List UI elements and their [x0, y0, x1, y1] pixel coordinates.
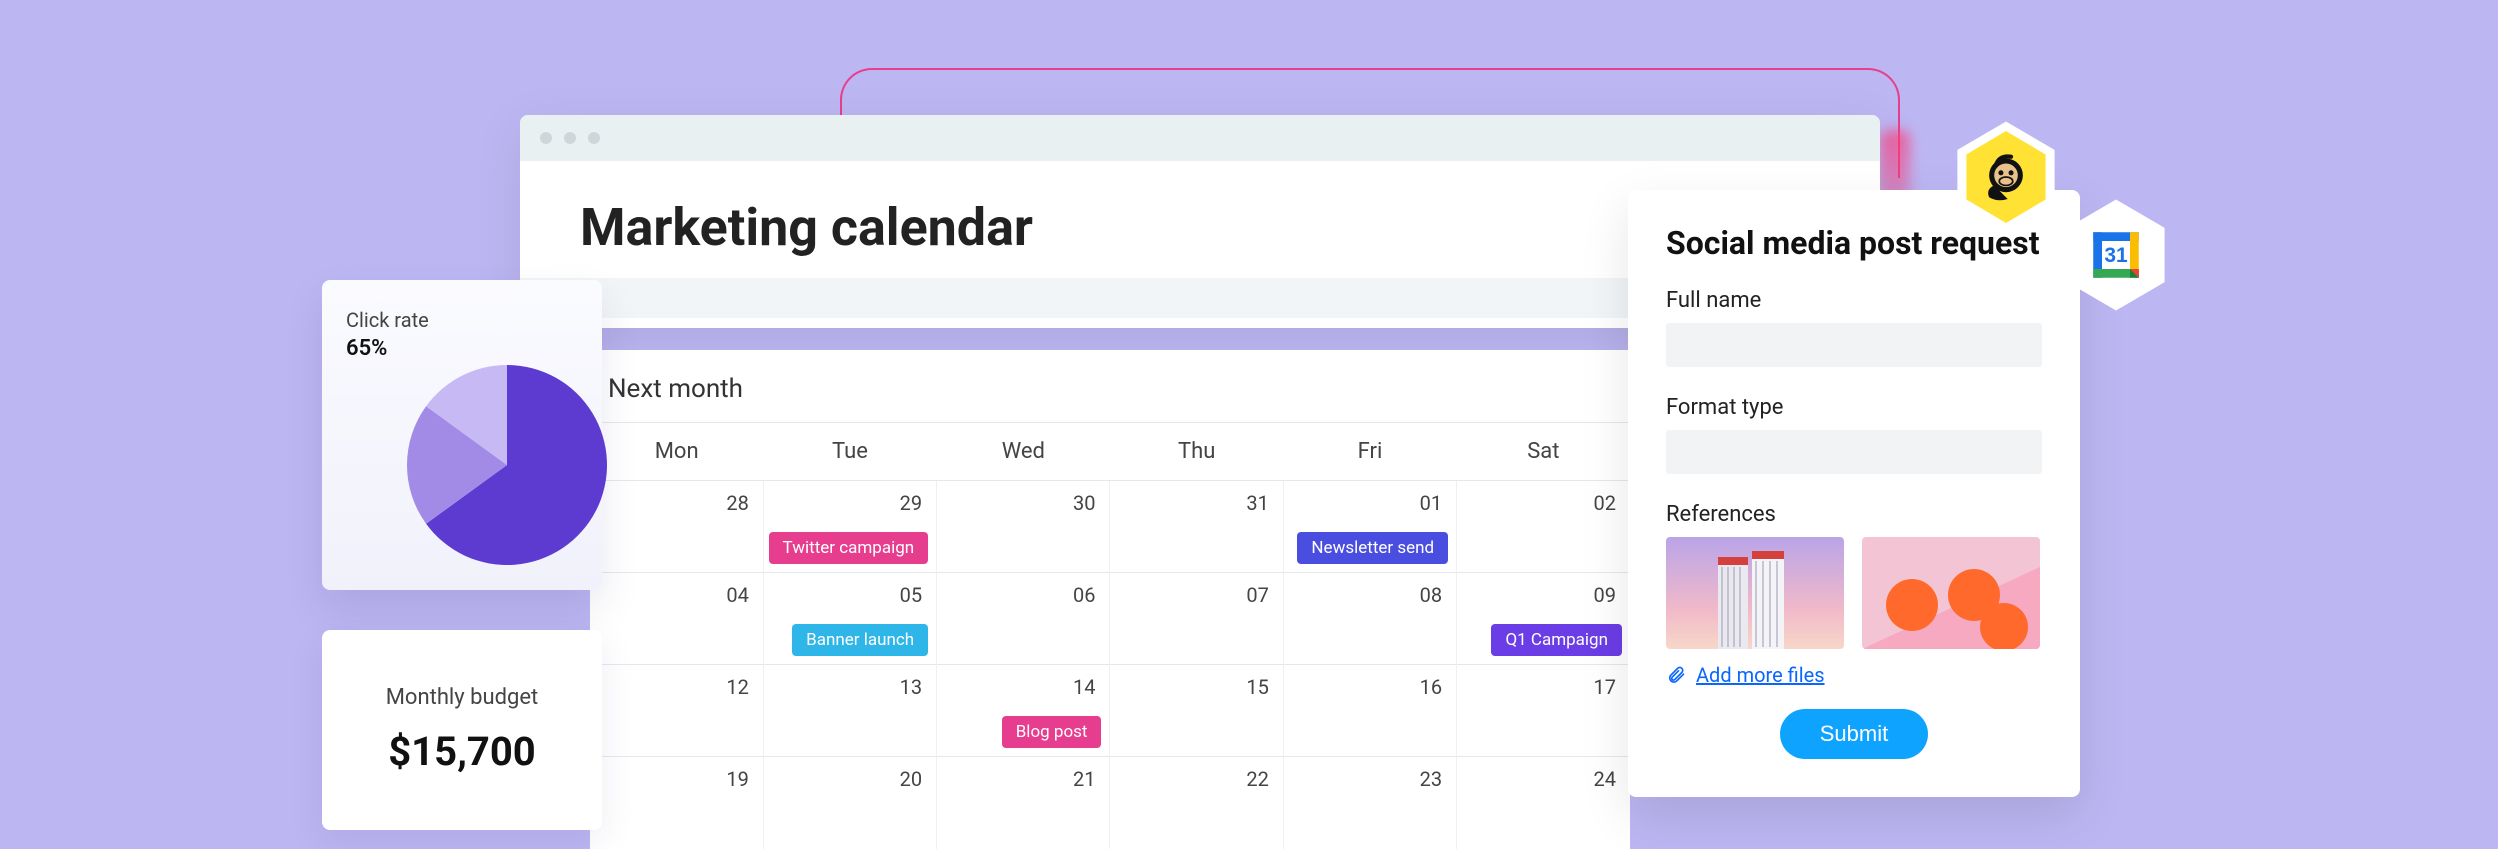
- mailchimp-icon: [1979, 150, 2033, 204]
- monthly-budget-card: Monthly budget $15,700: [322, 630, 602, 830]
- calendar-subtitle: Next month: [590, 350, 1630, 422]
- monthly-budget-label: Monthly budget: [386, 685, 539, 710]
- calendar-day-header: Tue: [763, 423, 936, 481]
- window-dot-yellow[interactable]: [564, 132, 576, 144]
- calendar-cell[interactable]: 16: [1283, 665, 1456, 757]
- calendar-day-header: Mon: [590, 423, 763, 481]
- format-type-label: Format type: [1666, 395, 2042, 420]
- add-more-files-link[interactable]: Add more files: [1696, 663, 1825, 687]
- monthly-budget-value: $15,700: [388, 728, 536, 775]
- calendar-cell[interactable]: 17: [1457, 665, 1630, 757]
- calendar-cell[interactable]: 30: [937, 481, 1110, 573]
- calendar-cell[interactable]: 19: [590, 757, 763, 849]
- browser-chrome: [520, 115, 1880, 161]
- calendar-cell[interactable]: 02: [1457, 481, 1630, 573]
- calendar-event[interactable]: Banner launch: [792, 624, 928, 656]
- window-dot-red[interactable]: [540, 132, 552, 144]
- paperclip-icon: [1666, 665, 1686, 685]
- calendar-cell[interactable]: 05Banner launch: [763, 573, 936, 665]
- click-rate-label: Click rate: [346, 308, 578, 332]
- window-dot-green[interactable]: [588, 132, 600, 144]
- reference-thumb-2[interactable]: [1862, 537, 2040, 649]
- calendar-day-header: Sat: [1457, 423, 1630, 481]
- full-name-label: Full name: [1666, 288, 2042, 313]
- format-type-input[interactable]: [1666, 430, 2042, 474]
- calendar-cell[interactable]: 13: [763, 665, 936, 757]
- calendar-cell[interactable]: 12: [590, 665, 763, 757]
- references-label: References: [1666, 502, 2042, 527]
- google-calendar-day: 31: [2104, 244, 2128, 267]
- click-rate-card: Click rate 65%: [322, 280, 602, 590]
- calendar-cell[interactable]: 07: [1110, 573, 1283, 665]
- calendar: Next month MonTueWedThuFriSat 2829Twitte…: [590, 350, 1630, 849]
- click-rate-value: 65%: [346, 336, 578, 361]
- social-post-form: Social media post request Full name Form…: [1628, 190, 2080, 797]
- google-calendar-icon: 31: [2088, 227, 2144, 283]
- calendar-cell[interactable]: 06: [937, 573, 1110, 665]
- calendar-event[interactable]: Q1 Campaign: [1491, 624, 1622, 656]
- calendar-cell[interactable]: 21: [937, 757, 1110, 849]
- calendar-event[interactable]: Blog post: [1002, 716, 1102, 748]
- reference-thumb-1[interactable]: [1666, 537, 1844, 649]
- calendar-event[interactable]: Newsletter send: [1297, 532, 1448, 564]
- calendar-cell[interactable]: 31: [1110, 481, 1283, 573]
- calendar-table: MonTueWedThuFriSat 2829Twitter campaign3…: [590, 422, 1630, 849]
- calendar-cell[interactable]: 23: [1283, 757, 1456, 849]
- calendar-cell[interactable]: 29Twitter campaign: [763, 481, 936, 573]
- calendar-cell[interactable]: 04: [590, 573, 763, 665]
- submit-button[interactable]: Submit: [1780, 709, 1928, 759]
- calendar-cell[interactable]: 08: [1283, 573, 1456, 665]
- calendar-day-header: Fri: [1283, 423, 1456, 481]
- add-more-files[interactable]: Add more files: [1666, 663, 2042, 687]
- full-name-input[interactable]: [1666, 323, 2042, 367]
- calendar-cell[interactable]: 24: [1457, 757, 1630, 849]
- calendar-cell[interactable]: 14Blog post: [937, 665, 1110, 757]
- calendar-cell[interactable]: 01Newsletter send: [1283, 481, 1456, 573]
- click-rate-pie-chart: [402, 360, 612, 570]
- calendar-day-header: Thu: [1110, 423, 1283, 481]
- calendar-cell[interactable]: 22: [1110, 757, 1283, 849]
- calendar-cell[interactable]: 15: [1110, 665, 1283, 757]
- calendar-day-header: Wed: [937, 423, 1110, 481]
- calendar-cell[interactable]: 09Q1 Campaign: [1457, 573, 1630, 665]
- calendar-cell[interactable]: 20: [763, 757, 936, 849]
- calendar-event[interactable]: Twitter campaign: [769, 532, 929, 564]
- calendar-cell[interactable]: 28: [590, 481, 763, 573]
- form-title: Social media post request: [1666, 224, 2042, 262]
